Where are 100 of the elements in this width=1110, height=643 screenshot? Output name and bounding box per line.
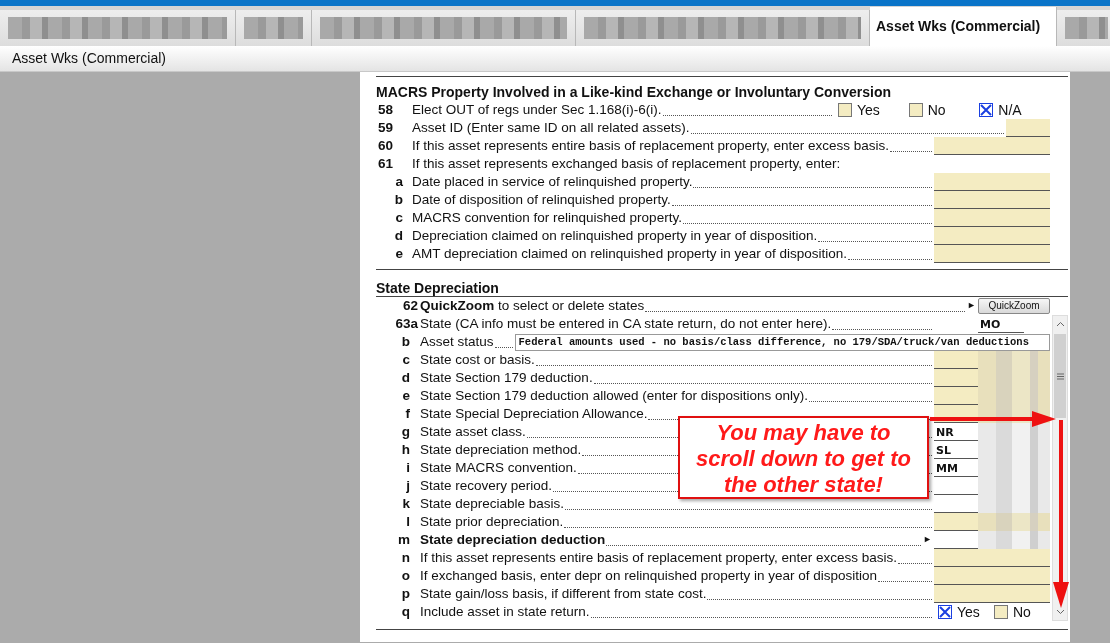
tab[interactable] [1057,10,1110,46]
field-label: State Section 179 deduction allowed (enter for dispositions only). [420,386,808,405]
redacted-value [978,495,1050,513]
input-field[interactable] [934,351,978,369]
scroll-thumb[interactable] [1054,334,1066,418]
input-field[interactable]: MO [978,315,1024,333]
input-field[interactable] [934,191,1050,209]
input-field[interactable] [934,387,978,405]
tab[interactable] [236,10,312,46]
line-number: m [397,530,411,549]
input-field[interactable] [934,549,1050,567]
option-label: Yes [957,602,980,622]
tab[interactable] [312,10,576,46]
field-label: Asset status [420,332,494,351]
field-label: State Special Depreciation Allowance. [420,404,648,423]
dot-leader [878,580,932,582]
line-number: 61 [377,154,395,173]
status-field: Federal amounts used - no basis/class difference, no 179/SDA/truck/van deductions [514,333,1050,351]
line-number: k [401,494,411,513]
line-number: f [404,404,411,423]
field-label: State Section 179 deduction. [420,368,593,387]
chevron-up-icon[interactable] [1055,321,1065,327]
input-field[interactable] [934,369,978,387]
field-label: State MACRS convention. [420,458,577,477]
input-field[interactable] [934,137,1050,155]
line-number: h [400,440,411,459]
field-label: Include asset in state return. [420,602,590,621]
redacted-value [978,531,1050,549]
line-number: d [393,226,404,245]
input-field[interactable] [934,513,978,531]
field-label: If exchanged basis, enter depr on relinquished property in year of disposition [420,566,878,585]
line-number: 63a [394,314,419,333]
section-title: State Depreciation [376,279,1068,297]
field-label: State depreciation deduction [420,530,606,549]
field-label: State depreciation method. [420,440,582,459]
checkbox[interactable] [938,605,952,619]
field-label: QuickZoom to select or delete states [420,296,645,315]
field-label: Asset ID (Enter same ID on all related assets). [412,118,690,137]
tab[interactable] [576,10,870,46]
input-field[interactable] [934,209,1050,227]
checkbox[interactable] [838,103,852,117]
tab[interactable] [0,10,236,46]
line-number: o [400,566,411,585]
redacted-label [1065,17,1108,39]
input-field[interactable] [934,245,1050,263]
pointer-arrow: ► [923,533,932,547]
line-number: 58 [377,100,395,119]
field-label: Date of disposition of relinquished property. [412,190,671,209]
option-label: N/A [998,100,1022,120]
redacted-value [978,423,1050,441]
field-label: Date placed in service of relinquished property. [412,172,693,191]
checkbox[interactable] [908,103,923,117]
input-field[interactable] [934,173,1050,191]
option-label: No [1013,602,1031,622]
quickzoom-button[interactable]: QuickZoom [978,298,1050,314]
line-number: 62 [401,296,419,315]
field-label: State depreciable basis. [420,494,565,513]
dot-leader [898,562,932,564]
dot-leader [494,346,513,348]
field-label: State asset class. [420,422,526,441]
line-number: b [400,332,411,351]
field-label: If this asset represents exchanged basis of replacement property, enter: [412,154,841,173]
option-label: No [927,100,946,120]
redacted-label [244,17,303,39]
section-title: MACRS Property Involved in a Like-kind Exchange or Involuntary Conversion [376,83,892,101]
field-label: AMT depreciation claimed on relinquished property in year of disposition. [412,244,847,263]
line-number: l [405,512,411,531]
field-label: State prior depreciation. [420,512,564,531]
field-label: If this asset represents entire basis of replacement property, enter excess basis. [420,548,897,567]
input-field[interactable] [1006,119,1050,137]
page-title: Asset Wks (Commercial) [12,49,166,68]
chevron-down-icon[interactable] [1055,609,1065,615]
line-number: n [400,548,411,567]
redacted-value [978,513,1050,531]
input-field[interactable] [934,585,1050,603]
field-label: State (CA info must be entered in CA state return, do not enter here). [420,314,832,333]
checkbox[interactable] [979,103,994,117]
dot-leader [890,150,932,152]
field-label: State cost or basis. [420,350,535,369]
line-number: p [400,584,411,603]
callout-note: You may have to scroll down to get to the other state! [678,416,929,499]
line-number: c [394,208,404,227]
tab[interactable]: Asset Wks (Commercial) [870,7,1057,46]
field-label: State gain/loss basis, if different from state cost. [420,584,707,603]
field-label: Elect OUT of regs under Sec 1.168(i)-6(i). [412,100,662,119]
line-number: g [400,422,411,441]
line-number: e [394,244,404,263]
field-label: State recovery period. [420,476,553,495]
line-number: i [405,458,411,477]
option-label: Yes [857,100,880,120]
input-field[interactable] [934,567,1050,585]
line-number: q [400,602,411,621]
input-field[interactable] [934,227,1050,245]
line-number: d [400,368,411,387]
redacted-value [978,351,1050,369]
field-label: MACRS convention for relinquished property. [412,208,682,227]
line-number: e [401,386,411,405]
checkbox[interactable] [994,605,1008,619]
line-number: b [393,190,404,209]
line-number: 60 [377,136,395,155]
